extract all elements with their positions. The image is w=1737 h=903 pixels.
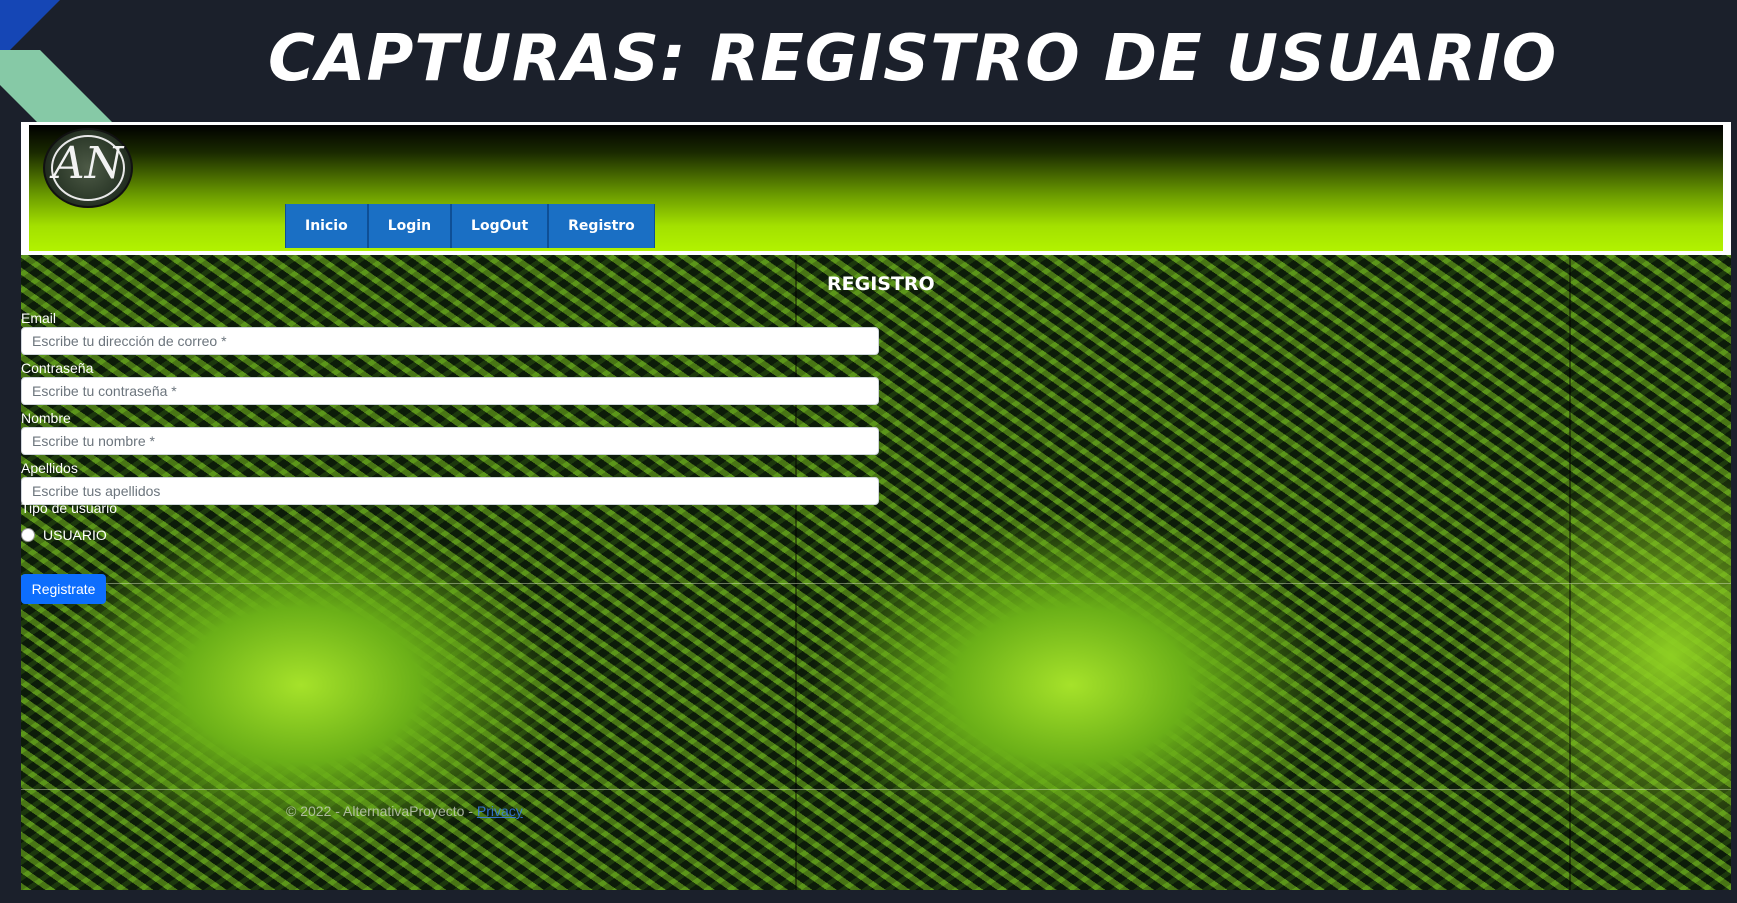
surname-label: Apellidos [21, 460, 78, 476]
form-heading: REGISTRO [827, 273, 935, 295]
register-submit-button[interactable]: Registrate [21, 574, 106, 604]
user-type-option[interactable]: USUARIO [21, 527, 107, 543]
slide-title: CAPTURAS: REGISTRO DE USUARIO [268, 22, 1558, 96]
email-label: Email [21, 310, 57, 326]
privacy-link[interactable]: Privacy [477, 803, 523, 819]
slide-decoration [0, 0, 200, 125]
logo-monogram: AN [52, 138, 124, 189]
nav-registro-button[interactable]: Registro [548, 204, 655, 248]
nav-inicio-button[interactable]: Inicio [285, 204, 368, 248]
radio-usuario[interactable] [21, 528, 35, 542]
background-tile-seam [1569, 255, 1571, 890]
nav-login-button[interactable]: Login [367, 204, 452, 248]
password-field[interactable] [21, 377, 879, 405]
footer-copyright: © 2022 - AlternativaProyecto - [286, 803, 477, 819]
radio-usuario-label: USUARIO [43, 527, 107, 543]
app-screenshot: AN Inicio Login LogOut Registro REGISTRO… [21, 122, 1731, 890]
footer-divider [21, 789, 1731, 790]
surname-field[interactable] [21, 477, 879, 505]
fern-background-content: REGISTRO Email Contraseña Nombre Apellid… [21, 255, 1731, 890]
site-footer: © 2022 - AlternativaProyecto - Privacy [286, 803, 523, 819]
main-nav: Inicio Login LogOut Registro [285, 204, 655, 248]
site-header: AN Inicio Login LogOut Registro [29, 125, 1723, 251]
name-label: Nombre [21, 410, 71, 426]
name-field[interactable] [21, 427, 879, 455]
user-type-label: Tipo de usuario [21, 500, 117, 516]
site-logo[interactable]: AN [43, 128, 133, 208]
decoration-mint-stripe [0, 50, 115, 125]
password-label: Contraseña [21, 360, 94, 376]
nav-logout-button[interactable]: LogOut [451, 204, 549, 248]
email-field[interactable] [21, 327, 879, 355]
divider-line [21, 583, 1731, 584]
